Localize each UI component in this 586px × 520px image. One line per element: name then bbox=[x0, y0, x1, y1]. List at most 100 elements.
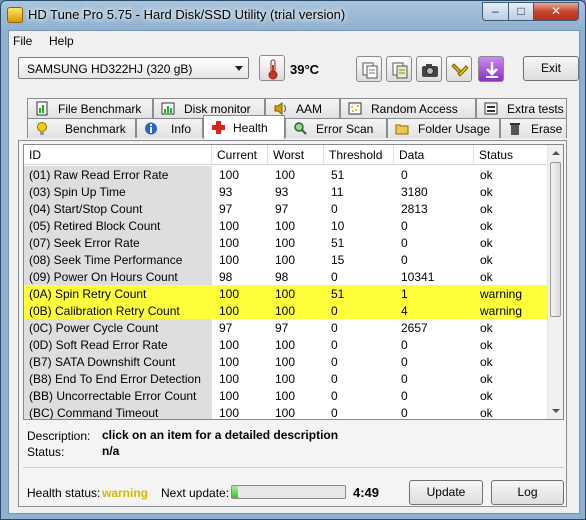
column-header-current[interactable]: Current bbox=[212, 145, 268, 165]
cell-threshold: 0 bbox=[331, 355, 338, 369]
cell-current: 100 bbox=[219, 287, 240, 301]
close-button[interactable]: ✕ bbox=[533, 2, 579, 21]
copy-info-button[interactable] bbox=[356, 56, 382, 82]
cell-threshold: 0 bbox=[331, 389, 338, 403]
column-header-status[interactable]: Status bbox=[474, 145, 551, 165]
cell-current: 100 bbox=[219, 372, 240, 386]
next-update-label: Next update: bbox=[161, 486, 230, 500]
table-row[interactable]: (0C) Power Cycle Count 97 97 0 2657 ok bbox=[24, 319, 551, 336]
cell-threshold: 0 bbox=[331, 406, 338, 420]
column-header-worst[interactable]: Worst bbox=[268, 145, 324, 165]
cell-id: (0B) Calibration Retry Count bbox=[29, 304, 180, 318]
menu-file[interactable]: File bbox=[13, 34, 32, 48]
maximize-button[interactable]: □ bbox=[508, 2, 534, 21]
cell-data: 0 bbox=[401, 219, 408, 233]
tab-random-access[interactable]: Random Access bbox=[340, 98, 476, 118]
tab-file-benchmark[interactable]: File Benchmark bbox=[27, 98, 153, 118]
cell-current: 100 bbox=[219, 168, 240, 182]
vertical-scrollbar[interactable] bbox=[547, 145, 563, 419]
table-row[interactable]: (08) Seek Time Performance 100 100 15 0 ok bbox=[24, 251, 551, 268]
tab-health[interactable]: Health bbox=[203, 115, 285, 139]
cell-status: ok bbox=[480, 372, 493, 386]
description-label: Description: bbox=[27, 429, 91, 443]
cell-current: 97 bbox=[219, 202, 233, 216]
table-row[interactable]: (BC) Command Timeout 100 100 0 0 ok bbox=[24, 404, 551, 420]
tab-erase[interactable]: Erase bbox=[500, 118, 567, 138]
table-row[interactable]: (0D) Soft Read Error Rate 100 100 0 0 ok bbox=[24, 336, 551, 353]
column-header-threshold[interactable]: Threshold bbox=[324, 145, 394, 165]
table-row[interactable]: (0B) Calibration Retry Count 100 100 0 4 warn… bbox=[24, 302, 551, 319]
cell-threshold: 51 bbox=[331, 287, 345, 301]
table-row[interactable]: (07) Seek Error Rate 100 100 51 0 ok bbox=[24, 234, 551, 251]
copy-text-button[interactable] bbox=[386, 56, 412, 82]
cell-worst: 100 bbox=[275, 355, 296, 369]
cell-current: 98 bbox=[219, 270, 233, 284]
cell-id: (0D) Soft Read Error Rate bbox=[29, 338, 168, 352]
cell-status: warning bbox=[480, 287, 523, 301]
cell-threshold: 0 bbox=[331, 372, 338, 386]
save-button[interactable] bbox=[478, 56, 504, 82]
column-header-id[interactable]: ID bbox=[24, 145, 212, 165]
drive-select[interactable]: SAMSUNG HD322HJ (320 gB) bbox=[18, 57, 249, 79]
table-row[interactable]: (04) Start/Stop Count 97 97 0 2813 ok bbox=[24, 200, 551, 217]
cell-data: 3180 bbox=[401, 185, 428, 199]
app-icon bbox=[7, 7, 23, 23]
table-row[interactable]: (01) Raw Read Error Rate 100 100 51 0 ok bbox=[24, 166, 551, 183]
scroll-thumb[interactable] bbox=[550, 162, 561, 317]
title-bar[interactable]: HD Tune Pro 5.75 - Hard Disk/SSD Utility… bbox=[1, 1, 585, 29]
status-label: Status: bbox=[27, 445, 65, 459]
cell-worst: 97 bbox=[275, 202, 289, 216]
cell-id: (0C) Power Cycle Count bbox=[29, 321, 159, 335]
cell-data: 0 bbox=[401, 372, 408, 386]
table-row[interactable]: (BB) Uncorrectable Error Count 100 100 0 0 ok bbox=[24, 387, 551, 404]
cell-id: (BB) Uncorrectable Error Count bbox=[29, 389, 197, 403]
table-header: ID Current Worst Threshold Data Status bbox=[24, 145, 551, 165]
cell-worst: 100 bbox=[275, 287, 296, 301]
scroll-down-icon[interactable] bbox=[552, 409, 560, 413]
tab-label: Benchmark bbox=[65, 122, 126, 136]
cell-threshold: 0 bbox=[331, 321, 338, 335]
temperature-button[interactable] bbox=[259, 55, 285, 81]
table-row[interactable]: (05) Retired Block Count 100 100 10 0 ok bbox=[24, 217, 551, 234]
tab-error-scan[interactable]: Error Scan bbox=[285, 118, 387, 138]
cell-id: (03) Spin Up Time bbox=[29, 185, 126, 199]
erase-trash-icon bbox=[510, 123, 520, 135]
table-row[interactable]: (B7) SATA Downshift Count 100 100 0 0 ok bbox=[24, 353, 551, 370]
menu-help[interactable]: Help bbox=[49, 34, 74, 48]
smart-attributes-table[interactable]: ID Current Worst Threshold Data Status (… bbox=[23, 144, 564, 420]
exit-button[interactable]: Exit bbox=[523, 56, 579, 81]
cell-status: ok bbox=[480, 406, 493, 420]
temperature-value: 39°C bbox=[290, 62, 320, 77]
table-body: (01) Raw Read Error Rate 100 100 51 0 ok (03) … bbox=[24, 166, 551, 420]
cell-threshold: 51 bbox=[331, 236, 345, 250]
table-row[interactable]: (B8) End To End Error Detection 100 100 0 0 o… bbox=[24, 370, 551, 387]
cell-current: 100 bbox=[219, 236, 240, 250]
screenshot-button[interactable] bbox=[416, 56, 442, 82]
cell-id: (B7) SATA Downshift Count bbox=[29, 355, 176, 369]
log-button[interactable]: Log bbox=[491, 480, 564, 505]
table-row[interactable]: (03) Spin Up Time 93 93 11 3180 ok bbox=[24, 183, 551, 200]
cell-threshold: 51 bbox=[331, 168, 345, 182]
tab-extra-tests[interactable]: Extra tests bbox=[476, 98, 567, 118]
cell-worst: 93 bbox=[275, 185, 289, 199]
tab-folder-usage[interactable]: Folder Usage bbox=[387, 118, 500, 138]
tab-info[interactable]: Info bbox=[136, 118, 203, 138]
column-header-data[interactable]: Data bbox=[394, 145, 474, 165]
cell-data: 0 bbox=[401, 168, 408, 182]
cell-status: ok bbox=[480, 202, 493, 216]
cell-data: 2657 bbox=[401, 321, 428, 335]
tab-label: AAM bbox=[296, 102, 323, 116]
table-row[interactable]: (0A) Spin Retry Count 100 100 51 1 warning bbox=[24, 285, 551, 302]
cell-worst: 97 bbox=[275, 321, 289, 335]
error-scan-icon bbox=[294, 122, 307, 135]
tab-benchmark[interactable]: Benchmark bbox=[27, 118, 136, 138]
scroll-up-icon[interactable] bbox=[552, 151, 560, 155]
next-update-time: 4:49 bbox=[353, 485, 380, 500]
cell-id: (0A) Spin Retry Count bbox=[29, 287, 147, 301]
cell-data: 0 bbox=[401, 338, 408, 352]
options-button[interactable] bbox=[446, 56, 472, 82]
app-window: HD Tune Pro 5.75 - Hard Disk/SSD Utility… bbox=[0, 0, 586, 520]
minimize-button[interactable]: – bbox=[482, 2, 509, 21]
update-button[interactable]: Update bbox=[409, 480, 483, 505]
table-row[interactable]: (09) Power On Hours Count 98 98 0 10341 ok bbox=[24, 268, 551, 285]
